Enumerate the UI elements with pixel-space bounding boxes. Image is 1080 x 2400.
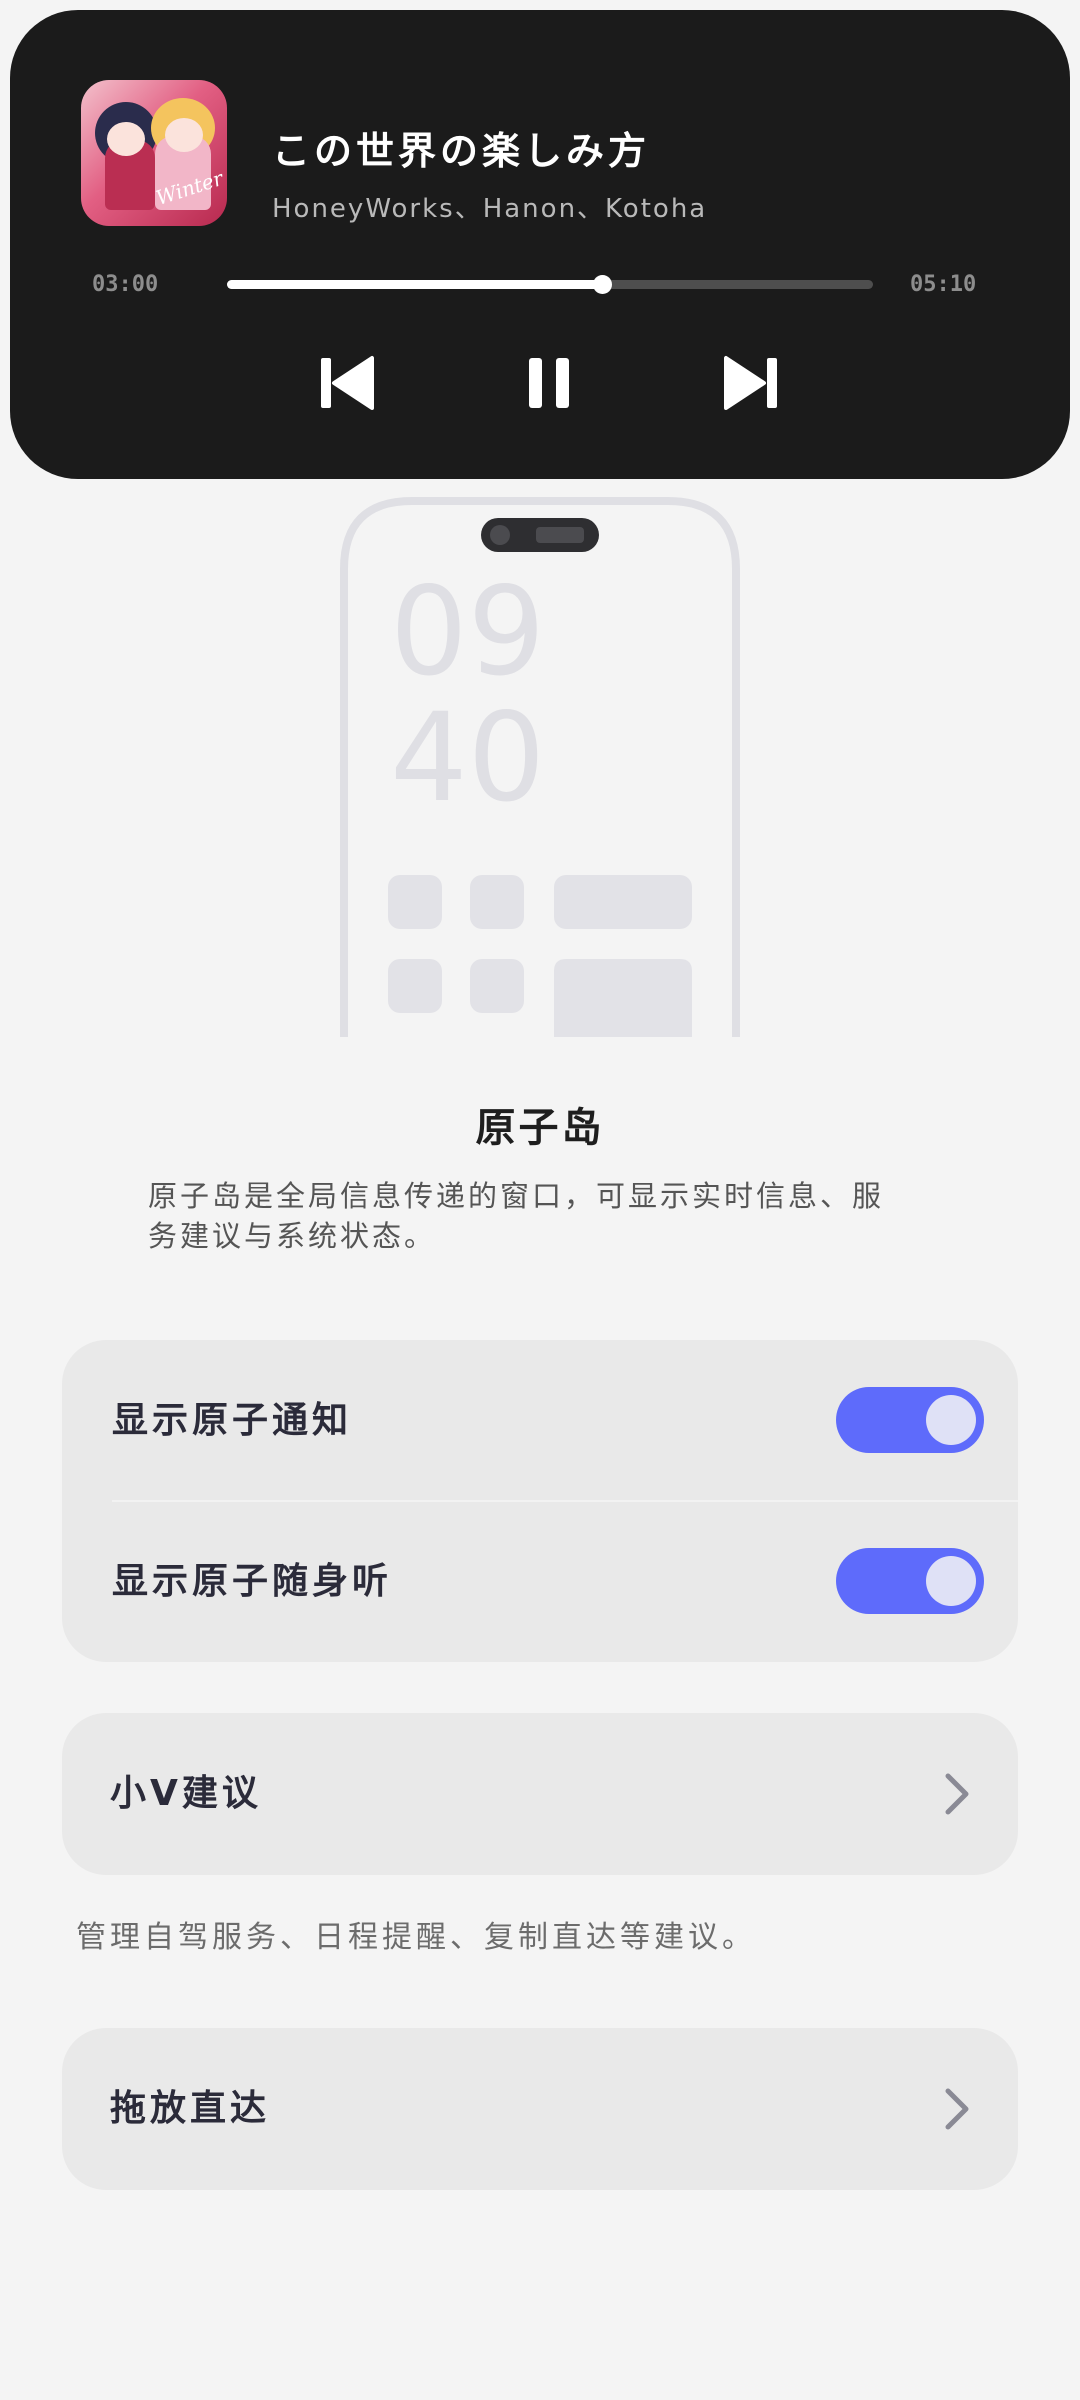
skip-previous-icon [321,356,374,410]
setting-row-atom-notification[interactable]: 显示原子通知 [62,1340,1018,1501]
next-track-button[interactable] [716,348,786,418]
progress-fill [227,280,602,289]
previous-track-button[interactable] [312,348,382,418]
nav-label: 小V建议 [110,1773,262,1814]
toggle-knob [926,1395,976,1445]
notification-settings-card: 显示原子通知 显示原子随身听 [62,1340,1018,1662]
setting-label: 显示原子随身听 [112,1561,393,1602]
pause-button[interactable] [514,348,584,418]
page-description: 原子岛是全局信息传递的窗口，可显示实时信息、服务建议与系统状态。 [148,1179,885,1253]
album-cover-art[interactable]: Winter [81,80,227,226]
pause-icon [529,358,569,408]
setting-row-atom-player[interactable]: 显示原子随身听 [62,1501,1018,1662]
skip-next-icon [724,356,777,410]
xiaov-hint-text: 管理自驾服务、日程提醒、复制直达等建议。 [76,1920,756,1955]
phone-illustration: 09 40 [340,497,740,1037]
phone-widget [554,959,692,1037]
chevron-right-icon [945,2088,969,2130]
drag-and-drop-item[interactable]: 拖放直达 [62,2028,1018,2190]
xiaov-suggestions-item[interactable]: 小V建议 [62,1713,1018,1875]
phone-widget [470,959,524,1013]
clock-hour: 09 [390,561,545,703]
phone-widget [388,875,442,929]
phone-camera-dot [490,525,510,545]
cover-face-right [165,118,203,152]
phone-island-bar [536,527,584,543]
atom-player-toggle[interactable] [836,1548,984,1614]
setting-label: 显示原子通知 [112,1400,353,1441]
toggle-knob [926,1556,976,1606]
phone-widget [388,959,442,1013]
song-artist: HoneyWorks、Hanon、Kotoha [272,194,708,224]
nav-label: 拖放直达 [110,2088,271,2129]
chevron-right-icon [945,1773,969,1815]
phone-widget [554,875,692,929]
music-island[interactable]: Winter この世界の楽しみ方 HoneyWorks、Hanon、Kotoha… [10,10,1070,479]
current-time: 03:00 [92,272,159,297]
cover-face-left [107,122,145,156]
progress-thumb[interactable] [592,275,612,294]
atom-notification-toggle[interactable] [836,1387,984,1453]
progress-slider[interactable] [227,275,873,294]
clock-minute: 40 [390,687,545,829]
phone-widget [470,875,524,929]
total-time: 05:10 [910,272,977,297]
page-title: 原子岛 [475,1105,605,1151]
song-title: この世界の楽しみ方 [272,129,651,173]
